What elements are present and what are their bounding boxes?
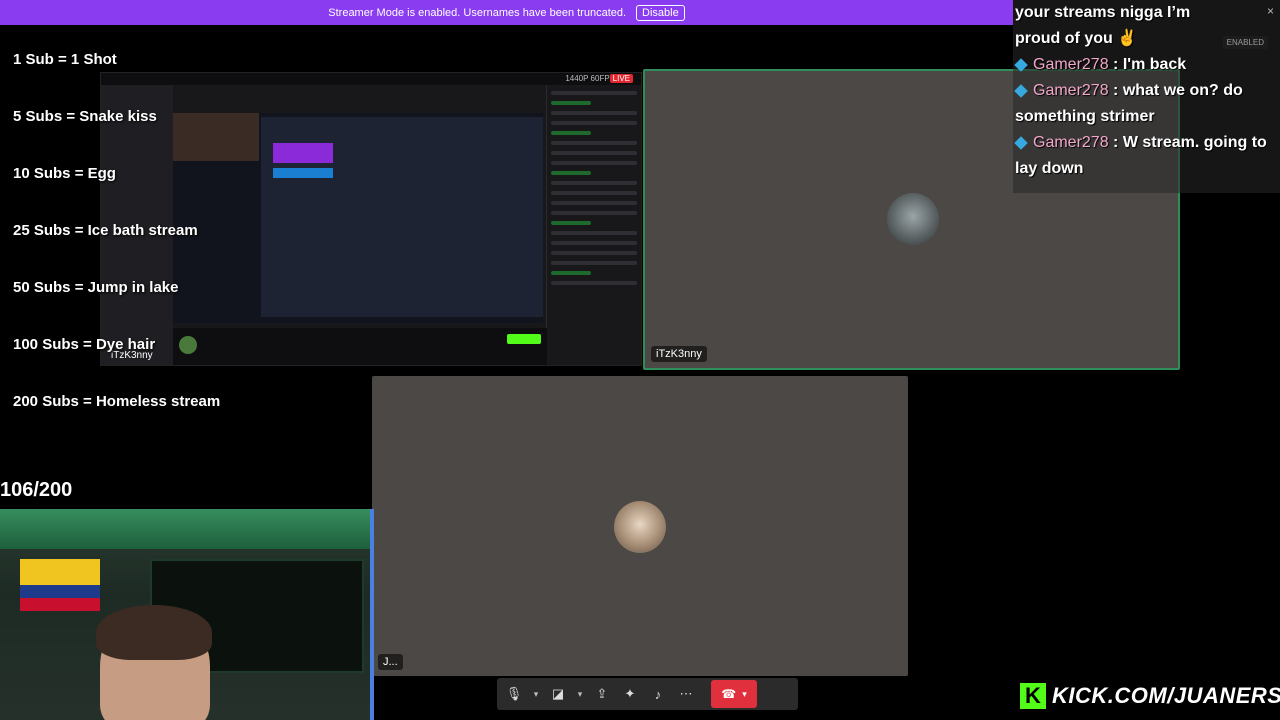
sub-goals-list: 1 Sub = 1 Shot 5 Subs = Snake kiss 10 Su… bbox=[13, 12, 220, 430]
sub-goal-item: 25 Subs = Ice bath stream bbox=[13, 222, 198, 239]
colombia-flag bbox=[20, 559, 100, 611]
chat-message: Gamer278 : what we on? do something stri… bbox=[1014, 82, 1243, 125]
participant-tile-center[interactable]: J... bbox=[372, 376, 908, 676]
capture-purple-panel bbox=[273, 143, 333, 163]
sub-goal-item: 200 Subs = Homeless stream bbox=[13, 393, 221, 410]
live-badge: LIVE bbox=[609, 74, 633, 83]
gem-badge-icon bbox=[1014, 57, 1028, 72]
enabled-badge: ENABLED bbox=[1222, 36, 1268, 49]
participant-name-label: J... bbox=[378, 654, 403, 670]
chat-message-text: I'm back bbox=[1122, 56, 1187, 73]
call-controls-bar: 🎙 ▾ ◪ ▾ ⇪ ✦ ♪ ⋯ ☎ ▾ bbox=[497, 678, 798, 710]
more-options-icon[interactable]: ⋯ bbox=[675, 683, 697, 705]
participant-name-label: iTzK3nny bbox=[651, 346, 707, 362]
sub-goal-item: 100 Subs = Dye hair bbox=[13, 336, 156, 353]
disable-streamer-mode-button[interactable]: Disable bbox=[636, 4, 685, 21]
screen-share-icon[interactable]: ⇪ bbox=[591, 683, 613, 705]
activities-icon[interactable]: ✦ bbox=[619, 683, 641, 705]
capture-blue-button bbox=[273, 168, 333, 178]
sub-goal-item: 50 Subs = Jump in lake bbox=[13, 279, 179, 296]
participant-avatar bbox=[887, 193, 939, 245]
chevron-down-icon[interactable]: ▾ bbox=[575, 683, 585, 705]
chat-username: Gamer278 bbox=[1033, 82, 1109, 99]
chat-message: Gamer278 : W stream. going to lay down bbox=[1014, 134, 1267, 177]
kick-channel-url: KICK.COM/JUANERSSS bbox=[1052, 683, 1280, 708]
hang-up-icon: ☎ bbox=[721, 687, 737, 701]
streamer-webcam bbox=[0, 509, 374, 720]
camera-off-icon[interactable]: ◪ bbox=[547, 683, 569, 705]
chat-username: Gamer278 bbox=[1033, 56, 1109, 73]
webcam-border bbox=[370, 509, 374, 720]
chevron-down-icon: ▾ bbox=[742, 688, 747, 699]
streamer-mode-text: Streamer Mode is enabled. Usernames have… bbox=[328, 6, 627, 19]
capture-subscribe-button bbox=[507, 334, 541, 344]
capture-channel-info bbox=[173, 328, 547, 365]
stream-chat-overlay: × ENABLED your streams nigga I’m proud o… bbox=[1013, 0, 1280, 193]
kick-branding: K KICK.COM/JUANERSSS bbox=[1020, 683, 1280, 709]
chat-message-text: your streams nigga I’m proud of you ✌ bbox=[1015, 4, 1191, 47]
sub-goal-counter: 106/200 bbox=[0, 479, 73, 501]
soundboard-icon[interactable]: ♪ bbox=[647, 683, 669, 705]
chat-message: Gamer278 : I'm back bbox=[1013, 52, 1280, 78]
stream-quality: 1440P 60FPS bbox=[565, 74, 615, 83]
sub-goal-item: 5 Subs = Snake kiss bbox=[13, 108, 157, 125]
microphone-icon[interactable]: 🎙 bbox=[503, 683, 525, 705]
streamer-hair bbox=[96, 605, 212, 660]
participant-avatar bbox=[614, 501, 666, 553]
capture-chat bbox=[546, 85, 641, 365]
sub-goal-item: 1 Sub = 1 Shot bbox=[13, 51, 117, 68]
chat-username: Gamer278 bbox=[1033, 134, 1109, 151]
kick-logo-icon: K bbox=[1020, 683, 1046, 709]
chevron-down-icon[interactable]: ▾ bbox=[531, 683, 541, 705]
sub-goal-item: 10 Subs = Egg bbox=[13, 165, 116, 182]
gem-badge-icon bbox=[1014, 135, 1028, 150]
disconnect-button[interactable]: ☎ ▾ bbox=[711, 680, 757, 708]
gem-badge-icon bbox=[1014, 83, 1028, 98]
close-icon[interactable]: × bbox=[1267, 4, 1274, 18]
webcam-led-lights bbox=[0, 509, 374, 549]
